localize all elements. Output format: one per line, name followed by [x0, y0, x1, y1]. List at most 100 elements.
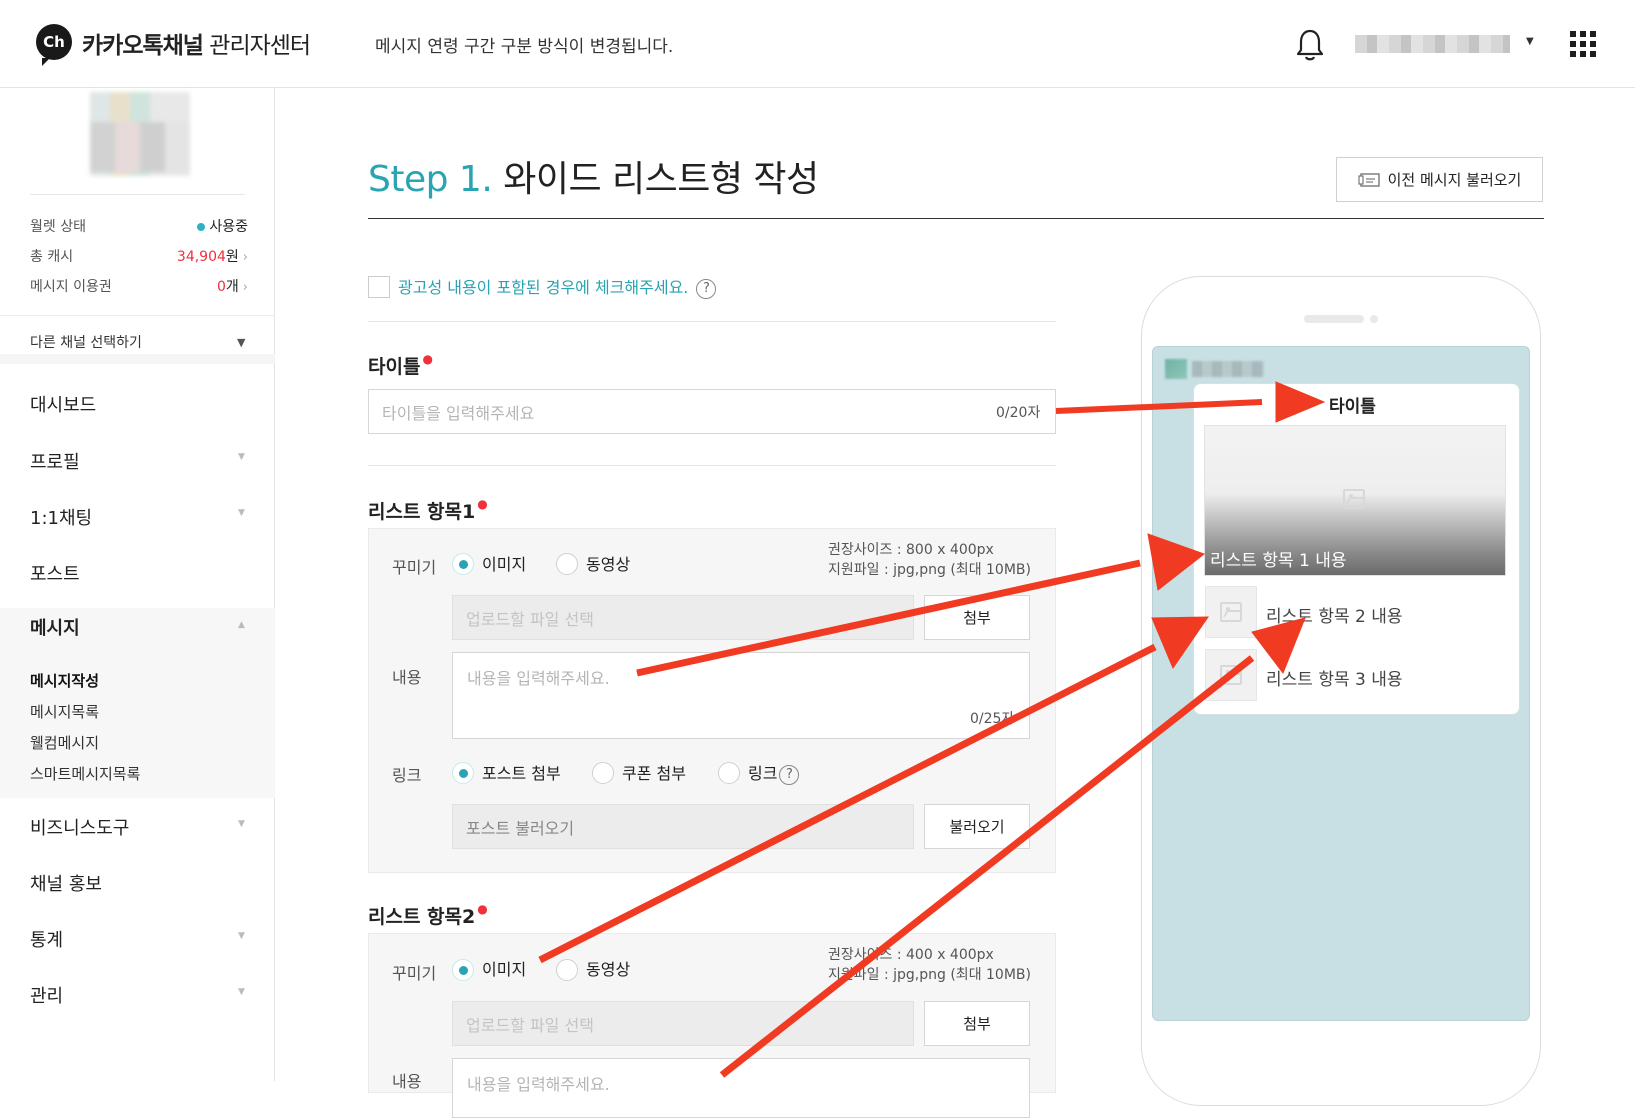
preview-item-2: 리스트 항목 2 내용	[1266, 607, 1403, 627]
nav-sub-compose[interactable]: 메시지작성	[30, 670, 99, 691]
nav-dashboard[interactable]: 대시보드	[30, 391, 96, 417]
nav-channel-promo[interactable]: 채널 홍보	[30, 870, 102, 896]
total-cash-value[interactable]: 34,904원 ›	[177, 246, 248, 266]
chevron-down-icon[interactable]: ▼	[238, 987, 245, 997]
kakao-channel-logo-icon[interactable]: Ch	[36, 24, 72, 66]
help-icon[interactable]: ?	[696, 278, 717, 299]
post-attach-label[interactable]: 포스트 첨부	[482, 760, 561, 784]
message-voucher-value[interactable]: 0개 ›	[217, 276, 248, 296]
link-radio-label[interactable]: 링크?	[748, 760, 800, 785]
video-radio[interactable]	[556, 553, 578, 575]
apps-grid-icon[interactable]	[1570, 31, 1596, 57]
chevron-down-icon[interactable]: ▼	[238, 508, 245, 518]
load-previous-message-button[interactable]: 이전 메시지 불러오기	[1336, 157, 1543, 202]
divider	[30, 194, 245, 195]
load-post-button[interactable]: 불러오기	[924, 804, 1030, 849]
phone-speaker	[1304, 315, 1364, 323]
nav-sub-smart-list[interactable]: 스마트메시지목록	[30, 763, 140, 784]
post-load-input[interactable]: 포스트 불러오기	[452, 804, 914, 849]
ad-content-label[interactable]: 광고성 내용이 포함된 경우에 체크해주세요.?	[398, 274, 717, 299]
image-radio[interactable]	[452, 959, 474, 981]
nav-profile[interactable]: 프로필	[30, 448, 80, 474]
status-dot-icon	[197, 223, 206, 231]
video-radio-label[interactable]: 동영상	[586, 551, 630, 575]
content-label: 내용	[392, 1072, 422, 1091]
nav-business-tools[interactable]: 비즈니스도구	[30, 814, 129, 840]
nav-post[interactable]: 포스트	[30, 560, 80, 586]
nav-manage[interactable]: 관리	[30, 982, 63, 1008]
attach-button[interactable]: 첨부	[924, 1001, 1030, 1046]
image-size-hint: 권장사이즈 : 400 x 400px 지원파일 : jpg,png (최대 10…	[828, 947, 1031, 983]
nav-stats[interactable]: 통계	[30, 926, 63, 952]
decor-label: 꾸미기	[392, 964, 437, 983]
video-radio-label[interactable]: 동영상	[586, 956, 630, 980]
chevron-right-icon: ›	[242, 250, 248, 265]
step-title-text: 와이드 리스트형 작성	[492, 159, 819, 200]
step-number: Step 1.	[368, 159, 493, 200]
link-label: 링크	[392, 766, 422, 785]
message-voucher-row[interactable]: 메시지 이용권 0개 ›	[30, 276, 248, 296]
content-textarea[interactable]: 내용을 입력해주세요.	[452, 1058, 1030, 1118]
divider-band	[0, 354, 275, 364]
title-label: 타이틀 ●	[368, 352, 433, 378]
content-counter: 0/25자	[970, 711, 1015, 727]
attach-button[interactable]: 첨부	[924, 595, 1030, 640]
required-mark: ●	[477, 497, 488, 511]
coupon-attach-radio[interactable]	[592, 762, 614, 784]
preview-item-1: 리스트 항목 1 내용	[1210, 551, 1347, 571]
content-textarea[interactable]: 내용을 입력해주세요.	[452, 652, 1030, 739]
channel-profile-image[interactable]	[90, 92, 190, 176]
phone-camera	[1370, 315, 1378, 323]
post-attach-radio[interactable]	[452, 762, 474, 784]
divider	[368, 321, 1056, 322]
preview-item-3: 리스트 항목 3 내용	[1266, 670, 1403, 690]
nav-sub-message-list[interactable]: 메시지목록	[30, 701, 99, 722]
chevron-down-icon[interactable]: ▼	[238, 452, 245, 462]
ad-content-checkbox[interactable]	[368, 276, 390, 298]
load-previous-label: 이전 메시지 불러오기	[1387, 171, 1522, 189]
decor-label: 꾸미기	[392, 558, 437, 577]
sidebar: 월렛 상태 사용중 총 캐시 34,904원 › 메시지 이용권 0개 › 다른 채…	[0, 88, 275, 1081]
account-name-blurred[interactable]	[1355, 35, 1510, 53]
file-select-input[interactable]: 업로드할 파일 선택	[452, 595, 914, 640]
image-placeholder-icon	[1220, 602, 1242, 622]
title-input[interactable]: 타이틀을 입력해주세요	[368, 389, 1056, 434]
chevron-down-icon[interactable]: ▼	[238, 819, 245, 829]
image-radio-label[interactable]: 이미지	[482, 551, 526, 575]
required-mark: ●	[422, 352, 433, 366]
video-radio[interactable]	[556, 959, 578, 981]
file-select-input[interactable]: 업로드할 파일 선택	[452, 1001, 914, 1046]
link-radio[interactable]	[718, 762, 740, 784]
chevron-down-icon[interactable]: ▼	[238, 931, 245, 941]
top-header: Ch 카카오톡채널 관리자센터 메시지 연령 구간 구분 방식이 변경됩니다. …	[0, 0, 1635, 88]
chevron-down-icon[interactable]: ▼	[237, 336, 245, 349]
account-caret-icon[interactable]: ▼	[1526, 36, 1534, 47]
divider	[368, 465, 1056, 466]
divider	[0, 315, 275, 316]
chevron-right-icon: ›	[242, 280, 248, 295]
coupon-attach-label[interactable]: 쿠폰 첨부	[622, 760, 686, 784]
wallet-status-row: 월렛 상태 사용중	[30, 216, 248, 236]
app-title[interactable]: 카카오톡채널 관리자센터	[82, 26, 311, 60]
nav-sub-welcome[interactable]: 웰컴메시지	[30, 732, 99, 753]
bell-icon[interactable]	[1295, 28, 1325, 62]
image-radio-label[interactable]: 이미지	[482, 956, 526, 980]
chevron-up-icon[interactable]: ▲	[238, 620, 245, 630]
nav-group-message: 메시지 ▲ 메시지작성 메시지목록 웰컴메시지 스마트메시지목록	[0, 608, 275, 798]
channel-select-dropdown[interactable]: 다른 채널 선택하기	[30, 332, 142, 352]
stat-label: 메시지 이용권	[30, 279, 112, 295]
nav-chat[interactable]: 1:1채팅	[30, 504, 92, 530]
total-cash-row[interactable]: 총 캐시 34,904원 ›	[30, 246, 248, 266]
notice-link[interactable]: 메시지 연령 구간 구분 방식이 변경됩니다.	[375, 32, 673, 57]
message-card-icon	[1358, 172, 1380, 187]
preview-channel-name-blurred	[1192, 361, 1264, 377]
preview-channel-avatar	[1165, 359, 1187, 379]
help-icon[interactable]: ?	[779, 764, 800, 785]
content-label: 내용	[392, 668, 422, 687]
stat-label: 월렛 상태	[30, 219, 86, 235]
divider	[368, 218, 1544, 219]
required-mark: ●	[477, 902, 488, 916]
nav-message[interactable]: 메시지	[30, 614, 80, 640]
image-radio[interactable]	[452, 553, 474, 575]
logo-brand: 카카오톡채널	[82, 33, 204, 59]
